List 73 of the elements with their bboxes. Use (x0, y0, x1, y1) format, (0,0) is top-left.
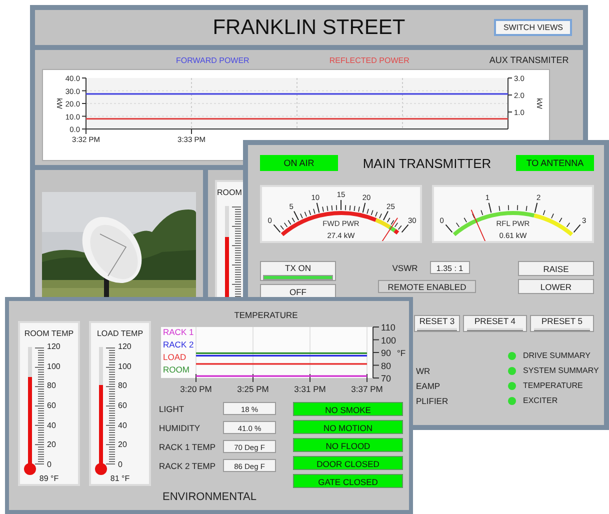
legend-label: REFLECTED POWER (329, 56, 410, 65)
alarm-indicator: NO FLOOD (293, 438, 403, 452)
lower-button[interactable]: LOWER (518, 279, 594, 294)
axis-tick-label: 70 (381, 374, 392, 384)
scale-label: 80 (118, 381, 128, 392)
scale-label: 40 (47, 420, 57, 431)
scale-label: 60 (118, 400, 128, 411)
alarm-indicator: DOOR CLOSED (293, 456, 403, 470)
scale-label: 20 (47, 440, 57, 450)
chart-title: AUX TRANSMITER (489, 55, 569, 65)
scale-label: 20 (118, 440, 128, 450)
scale-label: 120 (118, 342, 132, 352)
scale-label: 0 (47, 460, 52, 470)
status-indicator: TO ANTENNA (516, 155, 594, 171)
switch-views-button[interactable]: SWITCH VIEWS (494, 19, 572, 36)
axis-tick-label: 90 (381, 348, 392, 358)
raise-button[interactable]: RAISE (518, 261, 594, 276)
reading-label: RACK 2 TEMP (159, 460, 217, 470)
alarm-indicator: NO SMOKE (293, 402, 403, 416)
alarm-indicator: GATE CLOSED (293, 474, 403, 488)
chart-title: TEMPERATURE (233, 310, 299, 321)
status-label: EAMP (416, 380, 440, 390)
temperature-reading: 81 °F (110, 474, 130, 483)
status-label: SYSTEM SUMMARY (523, 366, 599, 375)
scale-label: 40 (118, 420, 128, 431)
scale-label: 0 (118, 460, 124, 470)
thermometer-label: ROOM TEMP (24, 329, 74, 338)
vswr-label: VSWR (392, 262, 418, 272)
axis-tick-label: 80 (381, 360, 392, 371)
y-axis (372, 326, 380, 378)
legend-label: LOAD (163, 352, 186, 362)
scale-label: 120 (47, 342, 60, 352)
status-label: EXCITER (523, 396, 558, 405)
preset-button[interactable]: PRESET 5 (530, 315, 594, 332)
axis-tick-label: 110 (381, 322, 396, 332)
axis-tick-label: 3:25 PM (237, 384, 269, 394)
y-axis (82, 78, 86, 130)
status-label: DRIVE SUMMARY (523, 351, 590, 360)
status-label: TEMPERATURE (523, 381, 583, 390)
axis-label: °F (397, 348, 406, 358)
transmitter-title: MAIN TRANSMITTER (362, 156, 492, 170)
thermometer-bulb (24, 463, 36, 475)
legend-label: FORWARD POWER (176, 56, 250, 65)
reading-label: RACK 1 TEMP (159, 442, 217, 452)
reading-label: HUMIDITY (159, 422, 202, 432)
site-title: FRANKLIN STREET (212, 16, 406, 40)
scale-label: 100 (47, 362, 60, 372)
remote-enabled-button[interactable]: REMOTE ENABLED (378, 280, 476, 293)
scale-label: 100 (118, 362, 132, 372)
scale-label: 80 (47, 381, 57, 392)
environment-title: ENVIRONMENTAL (162, 491, 258, 503)
axis-tick-label: 3:20 PM (180, 384, 212, 394)
preset-button[interactable]: RESET 3 (414, 315, 460, 332)
secondary-y-axis (508, 78, 512, 130)
axis-tick-label: 100 (381, 335, 396, 346)
status-indicator: ON AIR (260, 155, 338, 171)
scale-label: 60 (47, 400, 57, 411)
temperature-reading: 89 °F (39, 474, 59, 483)
preset-button[interactable]: PRESET 4 (463, 315, 527, 332)
vswr-value: 1.35 : 1 (430, 261, 470, 274)
status-label: WR (416, 366, 430, 376)
thermometer-label: ROOM (217, 188, 242, 197)
tx-on-button[interactable]: TX ON (260, 261, 336, 281)
reading-label: LIGHT (159, 404, 186, 414)
legend-label: RACK 2 (163, 340, 194, 350)
thermometer-label: LOAD TEMP (96, 329, 144, 338)
status-label: PLIFIER (416, 396, 448, 406)
thermometer-bulb (95, 463, 107, 475)
axis-tick-label: 3:37 PM (351, 384, 383, 394)
alarm-indicator: NO MOTION (293, 420, 403, 434)
legend-label: RACK 1 (163, 327, 194, 337)
legend-label: ROOM (163, 364, 190, 374)
axis-tick-label: 3:31 PM (294, 384, 326, 394)
